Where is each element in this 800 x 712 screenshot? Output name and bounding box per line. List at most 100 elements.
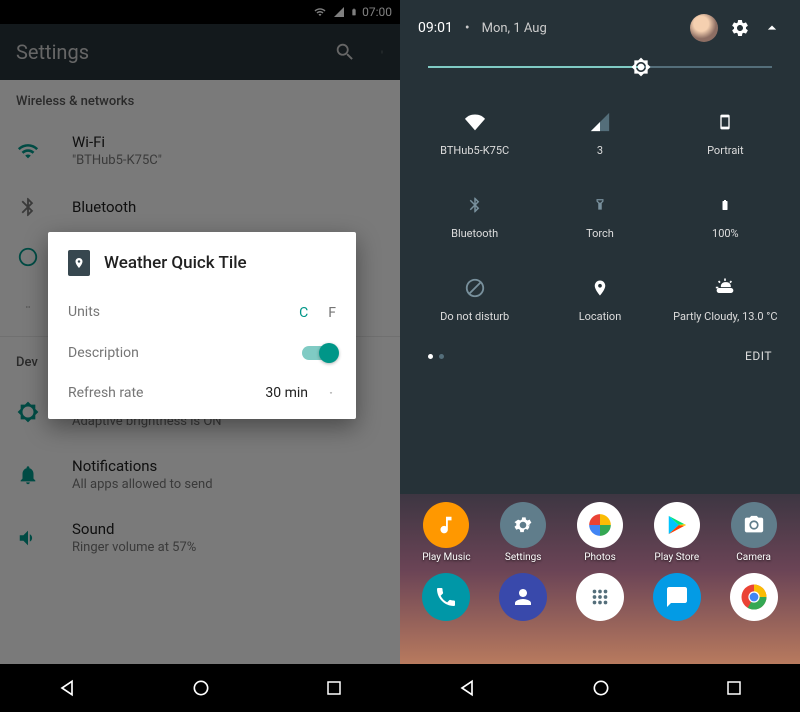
app-play-music[interactable]: Play Music (410, 502, 482, 563)
battery-icon (719, 193, 731, 217)
portrait-icon (717, 110, 733, 134)
search-icon[interactable] (334, 41, 356, 63)
recent-button[interactable] (725, 679, 743, 697)
bluetooth-icon (466, 193, 484, 217)
refresh-row[interactable]: Refresh rate 30 min (48, 373, 356, 419)
app-camera[interactable]: Camera (718, 502, 790, 563)
gear-icon[interactable] (730, 18, 750, 38)
pager-dots[interactable] (428, 354, 444, 359)
sound-status: Ringer volume at 57% (72, 540, 196, 555)
refresh-label: Refresh rate (68, 385, 265, 401)
dock-messages[interactable] (653, 573, 701, 621)
qs-tile-wifi[interactable]: BTHub5-K75C (412, 92, 537, 175)
app-settings[interactable]: Settings (487, 502, 559, 563)
dialog-title: Weather Quick Tile (104, 253, 247, 273)
qs-date[interactable]: Mon, 1 Aug (482, 21, 547, 36)
qs-footer: EDIT (400, 341, 800, 377)
qs-tile-battery[interactable]: 100% (663, 175, 788, 258)
qs-tile-signal[interactable]: 3 (537, 92, 662, 175)
app-drawer-button[interactable] (576, 573, 624, 621)
qs-torch-label: Torch (586, 227, 614, 240)
section-wireless: Wireless & networks (0, 80, 400, 119)
notifications-label: Notifications (72, 457, 213, 475)
description-toggle[interactable] (302, 346, 336, 360)
dnd-icon (464, 276, 486, 300)
settings-item-bluetooth[interactable]: Bluetooth (0, 182, 400, 232)
qs-portrait-label: Portrait (707, 144, 744, 157)
description-label: Description (68, 345, 302, 361)
app-bar: Settings (0, 24, 400, 80)
dock-chrome[interactable] (730, 573, 778, 621)
units-celsius[interactable]: C (299, 305, 308, 321)
status-time: 07:00 (362, 5, 392, 19)
edit-button[interactable]: EDIT (745, 349, 772, 363)
qs-signal-label: 3 (597, 144, 603, 157)
app-label: Photos (584, 552, 616, 563)
qs-header: 09:01 • Mon, 1 Aug (400, 0, 800, 56)
qs-location-label: Location (579, 310, 622, 323)
weather-tile-dialog: Weather Quick Tile Units C F Description… (48, 232, 356, 419)
quick-settings-panel: 09:01 • Mon, 1 Aug BTHub5-K75C (400, 0, 800, 494)
back-button[interactable] (57, 678, 77, 698)
qs-sep: • (465, 20, 470, 36)
nav-bar (0, 664, 400, 712)
battery-icon (350, 5, 358, 19)
qs-weather-label: Partly Cloudy, 13.0 °C (673, 310, 777, 323)
units-fahrenheit[interactable]: F (328, 305, 336, 321)
qs-battery-label: 100% (712, 227, 739, 240)
app-photos[interactable]: Photos (564, 502, 636, 563)
qs-tile-dnd[interactable]: Do not disturb (412, 258, 537, 341)
weather-tile-icon (68, 250, 90, 276)
wifi-status: "BTHub5-K75C" (72, 153, 162, 168)
dock-contacts[interactable] (499, 573, 547, 621)
units-row[interactable]: Units C F (48, 290, 356, 333)
app-bar-title: Settings (16, 40, 334, 64)
bluetooth-label: Bluetooth (72, 198, 136, 216)
qs-tile-bluetooth[interactable]: Bluetooth (412, 175, 537, 258)
dock (400, 563, 800, 631)
qs-tile-torch[interactable]: Torch (537, 175, 662, 258)
dock-dialer[interactable] (422, 573, 470, 621)
qs-tiles-grid: BTHub5-K75C 3 Portrait Bluetooth Torch 1… (400, 92, 800, 341)
settings-item-wifi[interactable]: Wi-Fi "BTHub5-K75C" (0, 119, 400, 182)
app-label: Play Music (422, 552, 470, 563)
home-button[interactable] (591, 678, 611, 698)
home-row-apps: Play Music Settings Photos Play Store Ca… (400, 494, 800, 563)
overflow-icon[interactable] (380, 43, 384, 61)
back-button[interactable] (457, 678, 477, 698)
description-row[interactable]: Description (48, 333, 356, 373)
app-label: Play Store (654, 552, 699, 563)
qs-wifi-label: BTHub5-K75C (440, 144, 509, 157)
settings-item-notifications[interactable]: Notifications All apps allowed to send (0, 443, 400, 506)
app-label: Camera (736, 552, 771, 563)
app-label: Settings (505, 552, 542, 563)
brightness-slider[interactable] (400, 56, 800, 92)
qs-tile-weather[interactable]: Partly Cloudy, 13.0 °C (663, 258, 788, 341)
user-avatar[interactable] (690, 14, 718, 42)
wifi-icon (312, 6, 328, 18)
left-phone-settings: 07:00 Settings Wireless & networks Wi-Fi… (0, 0, 400, 712)
weather-icon (713, 276, 737, 300)
qs-tile-portrait[interactable]: Portrait (663, 92, 788, 175)
home-button[interactable] (191, 678, 211, 698)
sound-label: Sound (72, 520, 196, 538)
qs-tile-location[interactable]: Location (537, 258, 662, 341)
settings-item-sound[interactable]: Sound Ringer volume at 57% (0, 506, 400, 569)
wifi-icon (463, 110, 487, 134)
location-icon (591, 276, 609, 300)
signal-icon (332, 6, 346, 18)
units-label: Units (68, 304, 299, 320)
qs-bluetooth-label: Bluetooth (451, 227, 498, 240)
qs-time: 09:01 (418, 20, 453, 36)
status-bar: 07:00 (0, 0, 400, 24)
right-phone-quicksettings: 09:01 • Mon, 1 Aug BTHub5-K75C (400, 0, 800, 712)
dropdown-icon[interactable] (326, 390, 336, 396)
refresh-value: 30 min (265, 385, 308, 401)
collapse-icon[interactable] (762, 18, 782, 38)
recent-button[interactable] (325, 679, 343, 697)
brightness-thumb-icon[interactable] (629, 55, 653, 79)
app-play-store[interactable]: Play Store (641, 502, 713, 563)
notifications-status: All apps allowed to send (72, 477, 213, 492)
torch-icon (593, 193, 607, 217)
home-screen: Play Music Settings Photos Play Store Ca… (400, 494, 800, 664)
